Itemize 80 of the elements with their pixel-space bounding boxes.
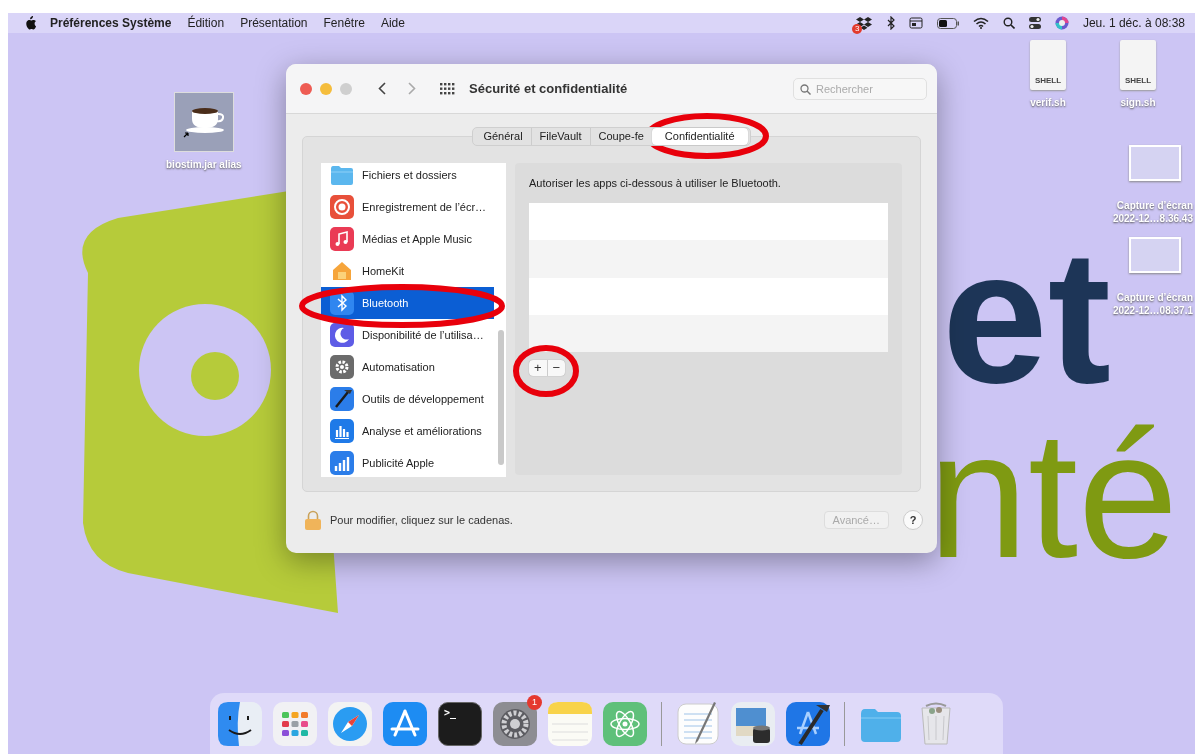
window-icon[interactable]: [908, 17, 923, 29]
wallpaper-text: nté: [928, 405, 1179, 585]
notification-badge: 3: [851, 24, 863, 34]
wifi-icon[interactable]: [972, 17, 989, 29]
tab[interactable]: Général: [475, 128, 531, 145]
list-item[interactable]: Fichiers et dossiers: [321, 163, 494, 191]
file-name: Capture d’écran: [1116, 291, 1193, 304]
list-item[interactable]: Disponibilité de l’utilisa…: [321, 319, 494, 351]
list-item[interactable]: Automatisation: [321, 351, 494, 383]
scrollbar-thumb[interactable]: [498, 330, 504, 465]
close-button[interactable]: [300, 82, 312, 95]
file-name: verif.sh: [1030, 96, 1066, 109]
tab[interactable]: Confidentialité: [651, 128, 748, 145]
record-icon: [330, 195, 354, 219]
file-icon[interactable]: [173, 92, 234, 152]
house-icon: [330, 259, 354, 283]
list-item-label: Enregistrement de l’écr…: [362, 201, 487, 213]
lock-hint-text: Pour modifier, cliquez sur le cadenas.: [330, 513, 513, 526]
file-name: Capture d’écran: [1116, 199, 1193, 212]
help-button[interactable]: ?: [903, 509, 923, 530]
tab[interactable]: FileVault: [530, 128, 590, 145]
colorful-orb-icon[interactable]: [1054, 16, 1069, 30]
file-name: biostim.jar alias: [166, 158, 242, 171]
list-item-label: Disponibilité de l’utilisa…: [362, 329, 484, 341]
file-name: 2022-12…08.37.1: [1112, 304, 1193, 317]
gear-icon: [330, 355, 354, 379]
shell-file-icon[interactable]: SHELL: [1030, 40, 1066, 90]
annotation-ellipse: [513, 345, 579, 397]
list-item-label: Analyse et améliorations: [362, 425, 482, 437]
shell-file-icon[interactable]: SHELL: [1120, 40, 1156, 90]
list-item-label: Automatisation: [362, 361, 435, 373]
app-grid-icon[interactable]: [273, 701, 317, 746]
menu-item[interactable]: Préférences Système: [50, 16, 172, 30]
bluetooth-icon[interactable]: [886, 16, 895, 30]
screenshot-thumbnail[interactable]: [1129, 237, 1181, 273]
music-note-icon: [330, 227, 354, 251]
file-name: 2022-12…8.36.43: [1112, 212, 1193, 225]
battery-icon[interactable]: [936, 17, 959, 29]
remove-button[interactable]: −: [546, 360, 566, 376]
notification-badge: 1: [527, 694, 542, 710]
list-item-label: Médias et Apple Music: [362, 233, 473, 245]
search-field[interactable]: Rechercher: [793, 77, 927, 100]
list-item-label: Bluetooth: [362, 297, 409, 309]
list-item[interactable]: Outils de développement: [321, 383, 494, 415]
bar-chart-icon: [330, 419, 354, 443]
description-text: Autoriser les apps ci-dessous à utiliser le Bluetooth.: [529, 177, 782, 189]
list-item[interactable]: HomeKit: [321, 255, 494, 287]
grid-icon[interactable]: [440, 82, 455, 95]
search-icon[interactable]: [1002, 17, 1015, 29]
window-title: Sécurité et confidentialité: [469, 81, 628, 96]
coffee-cup-icon: [182, 106, 225, 138]
list-item[interactable]: Enregistrement de l’écr…: [321, 191, 494, 223]
list-item-label: Outils de développement: [362, 393, 484, 405]
tab[interactable]: Coupe-fe: [589, 128, 652, 145]
file-name: sign.sh: [1120, 96, 1156, 109]
menu-item[interactable]: Présentation: [240, 16, 308, 30]
list-item[interactable]: Médias et Apple Music: [321, 223, 494, 255]
compass-icon[interactable]: [328, 701, 372, 746]
add-button[interactable]: +: [529, 360, 547, 376]
list-item[interactable]: Publicité Apple: [321, 447, 494, 477]
menu-item[interactable]: Édition: [187, 16, 225, 30]
gear-icon[interactable]: [493, 701, 537, 746]
apple-menu-icon[interactable]: [24, 16, 36, 30]
back-chevron-icon[interactable]: [378, 82, 386, 95]
menu-item[interactable]: Fenêtre: [323, 16, 365, 30]
list-item[interactable]: Analyse et améliorations: [321, 415, 494, 447]
search-icon: [800, 83, 811, 95]
paper-and-pen-icon[interactable]: [676, 701, 720, 746]
folder-icon: [330, 163, 354, 187]
letter-a-icon[interactable]: [383, 701, 427, 746]
toggle-switches-icon[interactable]: [1028, 16, 1041, 30]
terminal-icon[interactable]: >_: [438, 701, 482, 746]
list-item-label: HomeKit: [362, 265, 405, 277]
list-item-label: Fichiers et dossiers: [362, 169, 457, 181]
face-icon[interactable]: [218, 701, 262, 746]
menu-bar-clock[interactable]: Jeu. 1 déc. à 08:38: [1082, 16, 1185, 30]
list-item-label: Publicité Apple: [362, 457, 435, 469]
moon-icon: [330, 323, 354, 347]
menu-item[interactable]: Aide: [380, 16, 405, 30]
screenshot-thumbnail[interactable]: [1129, 145, 1181, 181]
